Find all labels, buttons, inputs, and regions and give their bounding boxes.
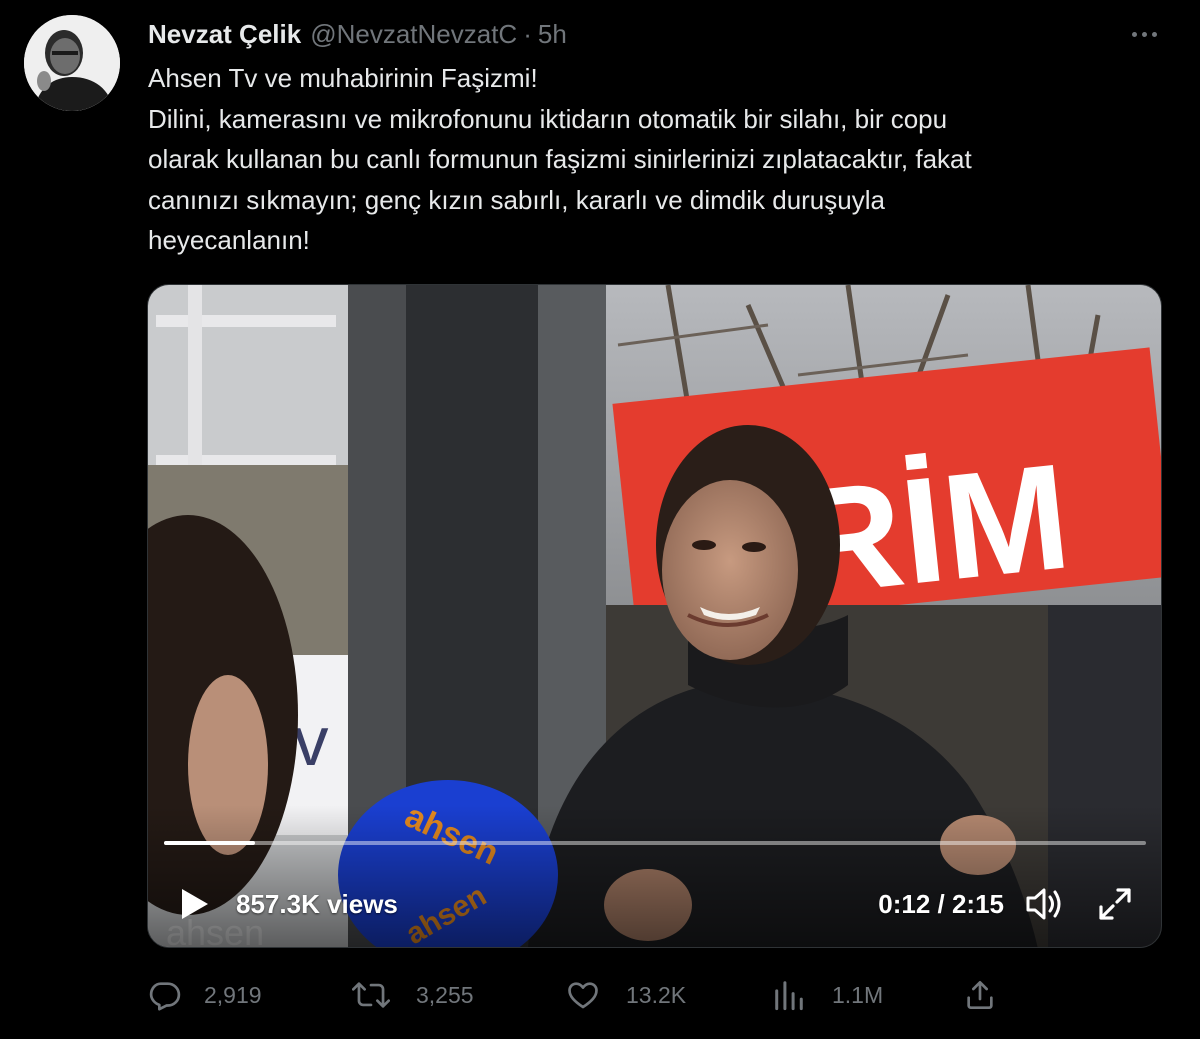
share-icon xyxy=(967,981,993,1009)
tweet-text: Ahsen Tv ve muhabirinin Faşizmi! Dilini,… xyxy=(148,58,1158,261)
reply-count: 2,919 xyxy=(204,981,262,1008)
share-button[interactable] xyxy=(964,972,996,1018)
like-count: 13.2K xyxy=(626,981,687,1008)
tweet-header: Nevzat Çelik @NevzatNevzatC · 5h xyxy=(148,16,567,52)
analytics-icon xyxy=(775,981,803,1011)
volume-button[interactable] xyxy=(1024,885,1064,923)
avatar-image xyxy=(24,15,120,111)
tweet-text-line: canınızı sıkmayın; genç kızın sabırlı, k… xyxy=(148,184,885,215)
tweet-text-line: olarak kullanan bu canlı formunun faşizm… xyxy=(148,144,972,174)
play-button[interactable] xyxy=(176,885,212,923)
play-icon xyxy=(182,889,208,919)
more-options-button[interactable] xyxy=(1124,18,1164,50)
view-count: 1.1M xyxy=(832,981,884,1008)
heart-icon xyxy=(568,982,598,1009)
video-progress-fill xyxy=(164,841,256,845)
volume-icon xyxy=(1026,888,1061,920)
tweet-text-line: heyecanlanın! xyxy=(148,225,310,255)
more-horizontal-icon xyxy=(1131,31,1137,37)
like-button[interactable]: 13.2K xyxy=(566,972,686,1018)
retweet-icon xyxy=(352,982,390,1008)
avatar[interactable] xyxy=(24,15,120,111)
retweet-button[interactable]: 3,255 xyxy=(352,972,474,1018)
reply-icon xyxy=(149,982,181,1011)
author-name[interactable]: Nevzat Çelik xyxy=(148,19,301,50)
retweet-count: 3,255 xyxy=(416,981,474,1008)
video-view-count: 857.3K views xyxy=(236,888,398,919)
tweet-text-line: Ahsen Tv ve muhabirinin Faşizmi! xyxy=(148,63,538,93)
fullscreen-icon xyxy=(1099,888,1131,920)
reply-button[interactable]: 2,919 xyxy=(148,972,262,1018)
separator-dot: · xyxy=(523,18,532,49)
tweet[interactable]: Nevzat Çelik @NevzatNevzatC · 5h Ahsen T… xyxy=(0,0,1200,1039)
fullscreen-button[interactable] xyxy=(1096,885,1134,923)
tweet-actions: 2,919 3,255 13.2K 1.1M xyxy=(0,972,1200,1018)
video-progress-bar[interactable] xyxy=(164,841,1146,845)
tweet-time[interactable]: 5h xyxy=(538,19,567,50)
video-timecode: 0:12 / 2:15 xyxy=(878,888,1004,919)
tweet-text-line: Dilini, kamerasını ve mikrofonunu iktida… xyxy=(148,103,948,134)
analytics-button[interactable]: 1.1M xyxy=(774,972,883,1018)
video-player[interactable]: iv İRİM 857.3K views 0:12 / 2:15 xyxy=(147,284,1162,948)
author-handle[interactable]: @NevzatNevzatC xyxy=(310,19,517,50)
